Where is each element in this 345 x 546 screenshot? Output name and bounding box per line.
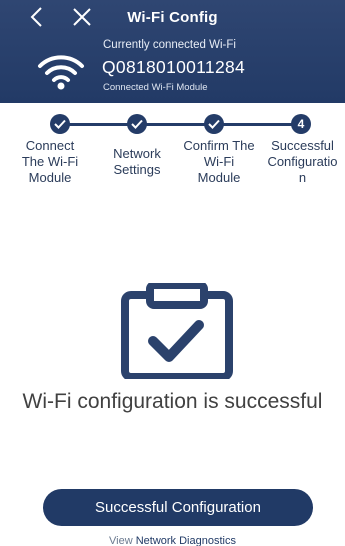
connected-module-label: Connected Wi-Fi Module [103,82,208,93]
step-3-label: Confirm The Wi-Fi Module [183,138,255,185]
step-2-label: Network Settings [113,146,161,177]
success-message: Wi-Fi configuration is successful [22,390,323,413]
network-diagnostics-link[interactable]: Network Diagnostics [136,535,236,546]
successful-configuration-button[interactable]: Successful Configuration [43,489,313,526]
footer-link-prefix: View [109,535,133,546]
check-icon [54,119,66,129]
connected-ssid: Q0818010011284 [102,57,246,77]
step-1-label: Connect The Wi-Fi Module [21,138,79,185]
step-4-label: Successful Configuratio n [267,138,338,185]
step-4-indicator: 4 [291,114,311,134]
stepper-track [58,123,301,126]
clipboard-check-icon [121,283,233,379]
check-icon [208,119,220,129]
check-icon [131,119,143,129]
step-1-indicator [50,114,70,134]
page-title: Wi-Fi Config [127,9,218,26]
step-3-indicator [204,114,224,134]
step-2-indicator [127,114,147,134]
app-header: Wi-Fi Config Currently connected Wi-Fi Q… [0,0,345,103]
wifi-icon [38,55,84,90]
connected-wifi-label: Currently connected Wi-Fi [103,39,236,51]
network-diagnostics-footer: View Network Diagnostics [0,535,345,546]
